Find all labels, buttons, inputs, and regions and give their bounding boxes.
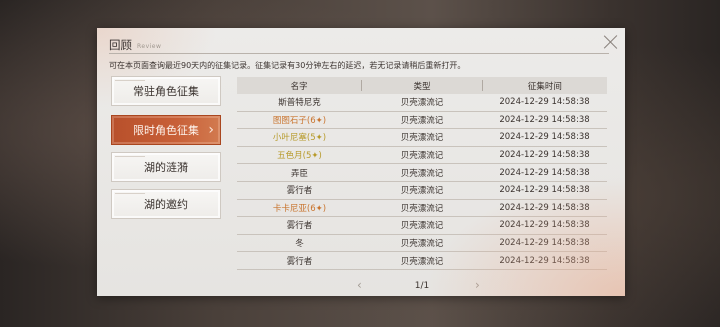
table-row: 斯普特尼克 贝壳漂流记 2024-12-29 14:58:38 bbox=[237, 94, 607, 112]
record-name: 五色月(5✦) bbox=[277, 151, 322, 162]
table-row: 雾行者 贝壳漂流记 2024-12-29 14:58:38 bbox=[237, 217, 607, 235]
record-time: 2024-12-29 14:58:38 bbox=[499, 97, 590, 108]
column-header-name: 名字 bbox=[290, 81, 308, 92]
record-type: 贝壳漂流记 bbox=[400, 151, 444, 162]
notice-text: 可在本页面查询最近90天内的征集记录。征集记录有30分钟左右的延迟，若无记录请稍… bbox=[109, 61, 466, 70]
dialog-title: 回顾 bbox=[109, 38, 132, 52]
chevron-right-icon[interactable]: › bbox=[475, 278, 480, 292]
table-row: 图图石子(6✦) 贝壳漂流记 2024-12-29 14:58:38 bbox=[237, 112, 607, 130]
column-header-type: 类型 bbox=[413, 81, 431, 92]
table-row: 雾行者 贝壳漂流记 2024-12-29 14:58:38 bbox=[237, 252, 607, 270]
sidebar-item-label: 常驻角色征集 bbox=[133, 85, 199, 98]
table-row: 弄臣 贝壳漂流记 2024-12-29 14:58:38 bbox=[237, 164, 607, 182]
table-header: 名字 类型 征集时间 bbox=[237, 77, 607, 94]
review-dialog: 回顾 Review 可在本页面查询最近90天内的征集记录。征集记录有30分钟左右… bbox=[97, 28, 625, 296]
record-type: 贝壳漂流记 bbox=[400, 186, 444, 197]
record-type: 贝壳漂流记 bbox=[400, 239, 444, 250]
table-row: 冬 贝壳漂流记 2024-12-29 14:58:38 bbox=[237, 235, 607, 253]
record-name: 斯普特尼克 bbox=[278, 98, 321, 109]
record-time: 2024-12-29 14:58:38 bbox=[499, 114, 590, 125]
close-icon[interactable] bbox=[603, 34, 619, 50]
sidebar-item-label: 湖的涟漪 bbox=[144, 161, 188, 174]
record-time: 2024-12-29 14:58:38 bbox=[499, 150, 590, 161]
dialog-subtitle: Review bbox=[137, 43, 162, 50]
record-name: 卡卡尼亚(6✦) bbox=[272, 203, 327, 214]
record-type: 贝壳漂流记 bbox=[400, 221, 444, 232]
sidebar-item-label: 湖的邀约 bbox=[144, 198, 188, 211]
record-type: 贝壳漂流记 bbox=[400, 98, 444, 109]
record-type: 贝壳漂流记 bbox=[400, 168, 444, 179]
record-time: 2024-12-29 14:58:38 bbox=[499, 220, 590, 231]
sidebar-item-lake-ripples[interactable]: 湖的涟漪 bbox=[111, 152, 221, 182]
record-time: 2024-12-29 14:58:38 bbox=[499, 238, 590, 249]
table-body: 斯普特尼克 贝壳漂流记 2024-12-29 14:58:38 图图石子(6✦) 贝壳漂… bbox=[237, 94, 607, 270]
table-row: 小叶尼塞(5✦) 贝壳漂流记 2024-12-29 14:58:38 bbox=[237, 129, 607, 147]
record-name: 小叶尼塞(5✦) bbox=[272, 133, 327, 144]
record-name: 雾行者 bbox=[286, 256, 313, 267]
record-time: 2024-12-29 14:58:38 bbox=[499, 185, 590, 196]
record-name: 雾行者 bbox=[286, 186, 313, 197]
record-time: 2024-12-29 14:58:38 bbox=[499, 132, 590, 143]
record-type: 贝壳漂流记 bbox=[400, 133, 444, 144]
record-type: 贝壳漂流记 bbox=[400, 203, 444, 214]
table-row: 五色月(5✦) 贝壳漂流记 2024-12-29 14:58:38 bbox=[237, 147, 607, 165]
pagination: ‹ 1/1 › bbox=[237, 278, 607, 294]
table-row: 卡卡尼亚(6✦) 贝壳漂流记 2024-12-29 14:58:38 bbox=[237, 200, 607, 218]
records-table: 名字 类型 征集时间 斯普特尼克 贝壳漂流记 2024-12-29 14:58:38… bbox=[237, 77, 607, 270]
record-name: 雾行者 bbox=[286, 221, 313, 232]
chevron-right-icon: › bbox=[208, 122, 214, 138]
record-time: 2024-12-29 14:58:38 bbox=[499, 167, 590, 178]
chevron-left-icon[interactable]: ‹ bbox=[357, 278, 362, 292]
page-indicator: 1/1 bbox=[414, 281, 430, 291]
sidebar-item-lake-invitation[interactable]: 湖的邀约 bbox=[111, 189, 221, 219]
sidebar-item-label: 限时角色征集 bbox=[133, 124, 199, 137]
sidebar-item-limited-banner[interactable]: 限时角色征集 › bbox=[111, 115, 221, 145]
column-header-time: 征集时间 bbox=[527, 81, 562, 92]
record-name: 弄臣 bbox=[290, 168, 308, 179]
record-type: 贝壳漂流记 bbox=[400, 256, 444, 267]
sidebar-item-standard-banner[interactable]: 常驻角色征集 bbox=[111, 76, 221, 106]
table-row: 雾行者 贝壳漂流记 2024-12-29 14:58:38 bbox=[237, 182, 607, 200]
record-name: 图图石子(6✦) bbox=[272, 115, 327, 126]
record-name: 冬 bbox=[295, 239, 304, 250]
title-divider bbox=[109, 53, 609, 54]
record-time: 2024-12-29 14:58:38 bbox=[499, 202, 590, 213]
record-type: 贝壳漂流记 bbox=[400, 115, 444, 126]
record-time: 2024-12-29 14:58:38 bbox=[499, 255, 590, 266]
